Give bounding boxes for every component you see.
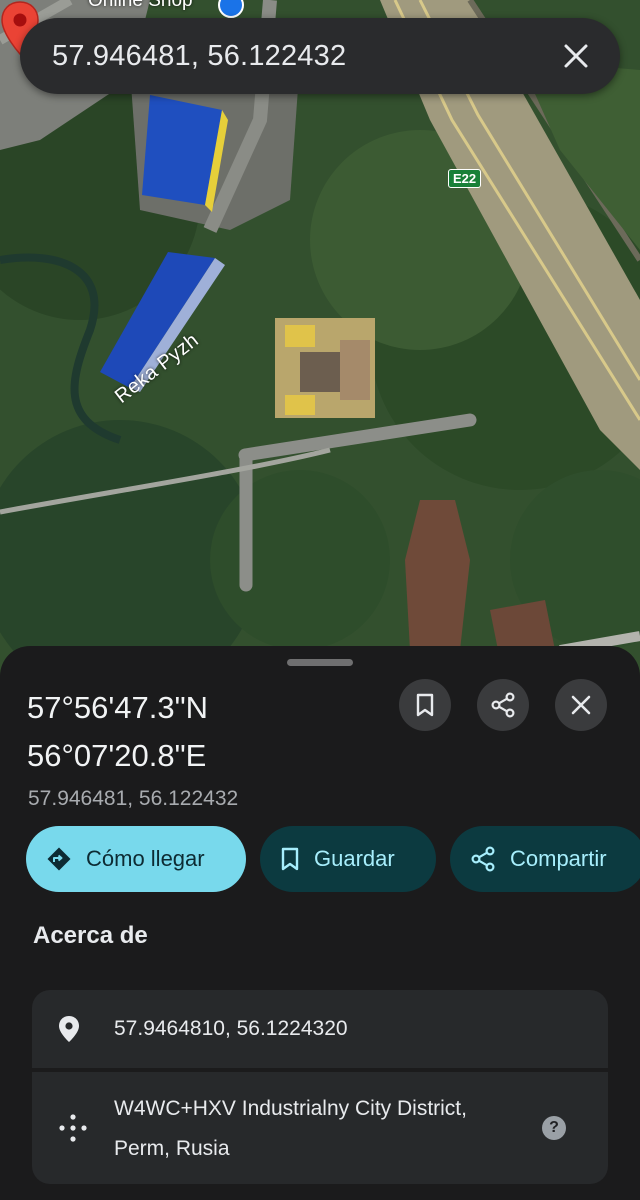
close-icon (571, 695, 591, 715)
map-imagery (0, 0, 640, 680)
coordinates-row[interactable]: 57.9464810, 56.1224320 (32, 990, 608, 1068)
plus-code-icon (59, 1114, 87, 1142)
sheet-drag-handle[interactable] (287, 659, 353, 666)
close-search-button[interactable] (556, 36, 596, 76)
share-icon (471, 846, 495, 872)
place-title-longitude: 56°07'20.8"E (27, 738, 207, 773)
coordinates-text: 57.9464810, 56.1224320 (114, 1017, 348, 1040)
action-buttons-row: Cómo llegar Guardar Compartir (26, 826, 640, 892)
close-icon (564, 44, 588, 68)
place-decimal-coordinates: 57.946481, 56.122432 (28, 787, 239, 810)
about-section-title: Acerca de (33, 922, 148, 949)
share-label: Compartir (510, 846, 607, 871)
place-title: 57°56'47.3"N 56°07'20.8"E (27, 684, 367, 780)
search-query[interactable]: 57.946481, 56.122432 (52, 40, 556, 73)
bookmark-icon (416, 693, 434, 717)
location-pin-icon (59, 1016, 79, 1042)
place-title-latitude: 57°56'47.3"N (27, 690, 209, 725)
close-sheet-button[interactable] (555, 679, 607, 731)
save-button[interactable]: Guardar (260, 826, 436, 892)
satellite-map[interactable]: Online Shop Reka Pyzh E22 (0, 0, 640, 680)
plus-code-text: W4WC+HXV Industrialny City District, Per… (114, 1097, 467, 1160)
place-bottom-sheet[interactable]: 57°56'47.3"N 56°07'20.8"E 57.946481, 56.… (0, 646, 640, 1200)
share-button[interactable]: Compartir (450, 826, 640, 892)
plus-code-row[interactable]: W4WC+HXV Industrialny City District, Per… (32, 1072, 608, 1184)
help-icon[interactable]: ? (542, 1116, 566, 1140)
save-label: Guardar (314, 846, 395, 871)
save-icon-button[interactable] (399, 679, 451, 731)
search-bar[interactable]: 57.946481, 56.122432 (20, 18, 620, 94)
directions-icon (47, 847, 71, 871)
highway-shield: E22 (448, 169, 482, 188)
shop-poi-label[interactable]: Online Shop (88, 0, 193, 12)
share-icon-button[interactable] (477, 679, 529, 731)
bookmark-icon (281, 847, 299, 871)
directions-button[interactable]: Cómo llegar (26, 826, 246, 892)
directions-label: Cómo llegar (86, 846, 205, 871)
share-icon (491, 692, 515, 718)
